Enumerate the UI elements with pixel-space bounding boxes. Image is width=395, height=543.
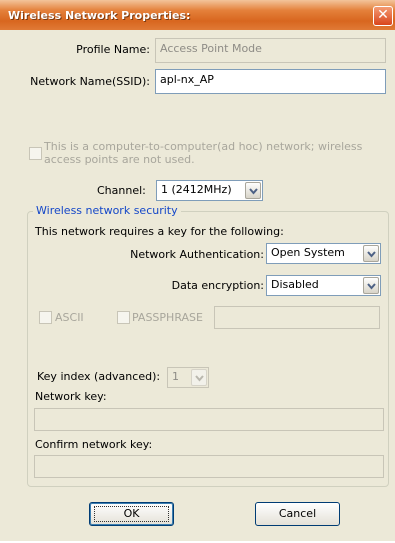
key-index-value: 1 [172,370,179,383]
auth-select[interactable]: Open System [266,243,381,264]
profile-name-label: Profile Name: [76,43,150,56]
properties-dialog: Wireless Network Properties: ✕ Profile N… [0,0,395,543]
passphrase-field [214,306,380,329]
close-icon: ✕ [377,7,389,23]
security-group-title: Wireless network security [33,204,181,217]
chevron-down-icon[interactable] [245,182,261,199]
passphrase-checkbox [117,311,130,324]
dialog-title: Wireless Network Properties: [8,9,191,22]
auth-label: Network Authentication: [130,248,264,261]
channel-select[interactable]: 1 (2412MHz) [156,180,263,201]
network-key-field [34,408,384,431]
ascii-label: ASCII [55,311,84,324]
ok-button-label: OK [123,507,140,520]
confirm-key-field [34,455,384,478]
ok-button[interactable]: OK [89,502,174,526]
cancel-button-label: Cancel [278,507,317,520]
ascii-checkbox [39,311,52,324]
close-button[interactable]: ✕ [373,6,393,26]
encryption-select[interactable]: Disabled [266,275,381,296]
title-bar[interactable]: Wireless Network Properties: ✕ [0,0,395,30]
key-index-label: Key index (advanced): [37,370,161,383]
network-key-label: Network key: [35,390,107,403]
adhoc-checkbox [29,147,42,160]
profile-name-field: Access Point Mode [155,38,386,63]
chevron-down-icon [191,369,207,386]
confirm-key-label: Confirm network key: [35,438,153,451]
adhoc-label-line1: This is a computer-to-computer(ad hoc) n… [44,140,363,153]
encryption-value: Disabled [271,278,319,291]
encryption-label: Data encryption: [171,279,264,292]
chevron-down-icon[interactable] [363,245,379,262]
ssid-input[interactable]: apl-nx_AP [155,69,386,94]
passphrase-label: PASSPHRASE [132,311,203,324]
auth-value: Open System [271,246,345,259]
channel-value: 1 (2412MHz) [161,183,232,196]
adhoc-label-line2: access points are not used. [44,153,195,166]
chevron-down-icon[interactable] [363,277,379,294]
cancel-button[interactable]: Cancel [255,502,340,526]
requires-key-text: This network requires a key for the foll… [35,225,284,238]
ssid-label: Network Name(SSID): [30,75,150,88]
key-index-select: 1 [167,367,209,388]
channel-label: Channel: [97,184,146,197]
